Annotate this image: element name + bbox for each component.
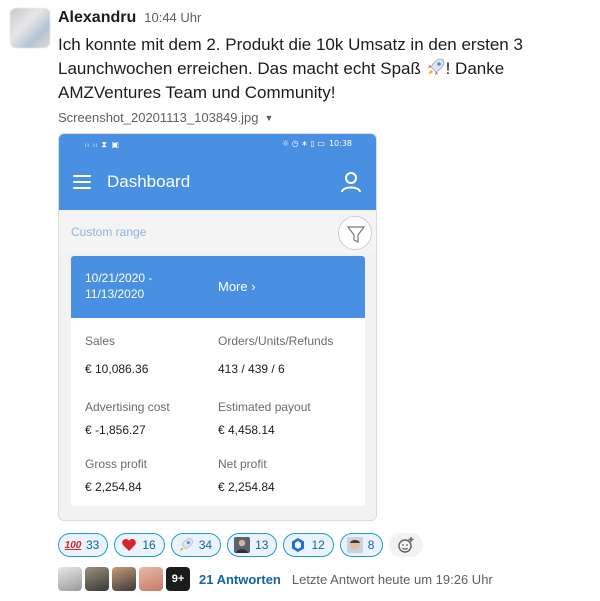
reaction-person[interactable]: 13 — [227, 533, 278, 557]
metric-value: € -1,856.27 — [85, 423, 146, 437]
hundred-points-icon: 100 — [64, 539, 82, 551]
reaction-count: 12 — [311, 538, 325, 552]
custom-range-label: Custom range — [71, 225, 147, 239]
metric-value: € 2,254.84 — [85, 480, 142, 494]
reaction-count: 8 — [367, 538, 375, 552]
metric-value: € 4,458.14 — [218, 423, 275, 437]
rocket-icon — [427, 58, 444, 75]
signal-icons: ₗₗ ₗₗ ⧗ ▣ — [85, 140, 121, 149]
filter-button — [338, 216, 372, 250]
message-header: Alexandru 10:44 Uhr — [58, 9, 201, 27]
reaction-100[interactable]: 100 33 — [58, 533, 109, 557]
reactions-bar: 100 33 16 34 13 12 8 — [58, 533, 424, 557]
participant-avatar — [139, 567, 163, 591]
attached-screenshot[interactable]: ₗₗ ₗₗ ⧗ ▣ ☼ ◷ ∗ ▯ ▭ 10:38 Dashboard Cust… — [58, 133, 377, 521]
add-emoji-icon — [398, 537, 414, 553]
status-icons: ☼ ◷ ∗ ▯ ▭ 10:38 — [282, 139, 352, 148]
message-timestamp[interactable]: 10:44 Uhr — [144, 10, 201, 25]
metric-label: Estimated payout — [218, 400, 311, 414]
person-photo-icon — [234, 537, 251, 553]
date-range-text: 10/21/2020 - 11/13/2020 — [85, 271, 153, 301]
more-link: More › — [218, 279, 256, 294]
heart-icon — [122, 539, 137, 551]
metric-label: Orders/Units/Refunds — [218, 334, 334, 348]
replies-link[interactable]: 21 Antworten — [199, 572, 281, 587]
date-range-selector: Custom range — [59, 210, 376, 254]
reaction-count: 33 — [86, 538, 100, 552]
reaction-count: 34 — [198, 538, 213, 552]
status-time: 10:38 — [328, 139, 352, 148]
reaction-heart[interactable]: 16 — [114, 533, 165, 557]
author-name[interactable]: Alexandru — [58, 9, 136, 27]
metric-value: 413 / 439 / 6 — [218, 362, 285, 376]
caret-down-icon[interactable]: ▼ — [264, 113, 273, 123]
metric-value: € 2,254.84 — [218, 480, 275, 494]
app-bar: Dashboard — [59, 156, 376, 210]
metric-value: € 10,086.36 — [85, 362, 149, 376]
reaction-count: 16 — [142, 538, 156, 552]
app-title: Dashboard — [107, 172, 191, 191]
attachment-file-name[interactable]: Screenshot_20201113_103849.jpg — [58, 110, 258, 125]
reaction-count: 13 — [255, 538, 269, 552]
participant-avatar — [58, 567, 82, 591]
last-reply-time: Letzte Antwort heute um 19:26 Uhr — [291, 571, 493, 587]
filter-icon — [346, 226, 366, 243]
user-icon — [341, 172, 361, 193]
author-avatar[interactable] — [10, 8, 50, 48]
participant-avatar — [112, 567, 136, 591]
reaction-hexagon[interactable]: 12 — [283, 533, 334, 557]
add-reaction-button[interactable] — [389, 533, 424, 557]
face-photo-icon — [346, 537, 363, 553]
metric-label: Gross profit — [85, 457, 148, 471]
metric-label: Net profit — [218, 457, 267, 471]
summary-card: 10/21/2020 - 11/13/2020 More › Sales € 1… — [71, 256, 365, 506]
participant-avatar — [85, 567, 109, 591]
phone-status-bar: ₗₗ ₗₗ ⧗ ▣ ☼ ◷ ∗ ▯ ▭ 10:38 — [59, 134, 376, 156]
rocket-icon — [179, 538, 193, 552]
more-participants-badge: 9+ — [166, 567, 190, 591]
hamburger-menu-icon — [73, 175, 91, 189]
hexagon-logo-icon — [292, 538, 305, 552]
metric-label: Sales — [85, 334, 116, 348]
metric-label: Advertising cost — [85, 400, 170, 414]
reaction-face[interactable]: 8 — [339, 533, 384, 557]
status-system-icons: ☼ ◷ ∗ ▯ ▭ — [281, 139, 325, 148]
reaction-rocket[interactable]: 34 — [170, 533, 222, 557]
attachment-row[interactable]: Screenshot_20201113_103849.jpg ▼ — [58, 110, 273, 125]
message-text: Ich konnte mit dem 2. Produkt die 10k Um… — [58, 33, 578, 105]
summary-card-header: 10/21/2020 - 11/13/2020 More › — [71, 256, 365, 318]
thread-summary[interactable]: 9+ 21 Antworten Letzte Antwort heute um … — [58, 567, 493, 591]
